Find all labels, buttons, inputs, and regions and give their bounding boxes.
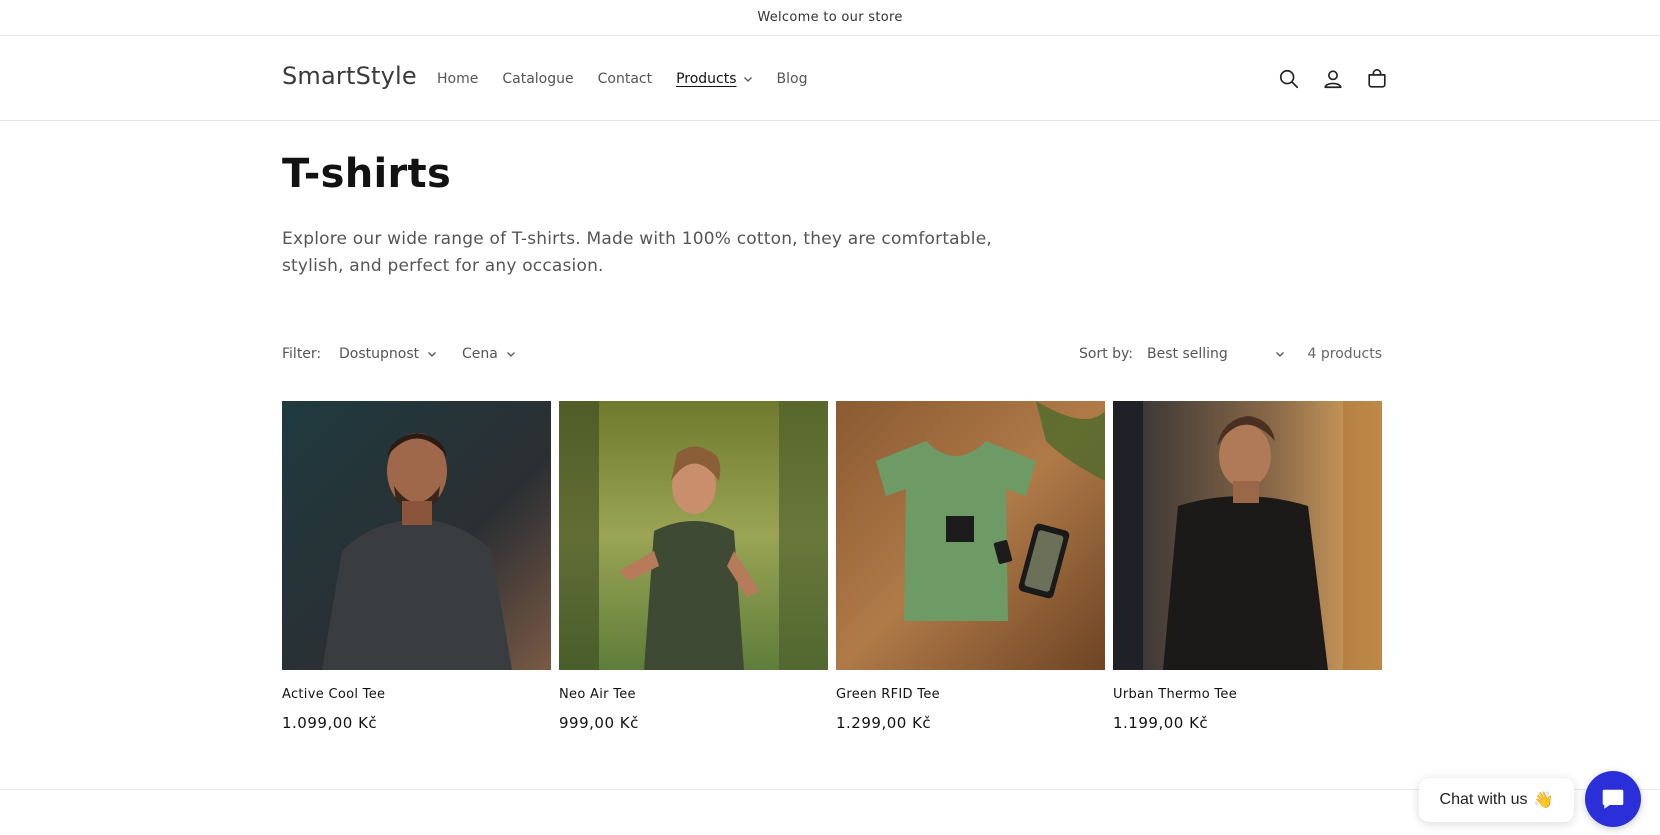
sort-value: Best selling xyxy=(1147,346,1228,362)
filter-label-text: Dostupnost xyxy=(339,346,420,362)
product-count: 4 products xyxy=(1307,346,1383,362)
announcement-bar: Welcome to our store xyxy=(0,0,1660,36)
chat-icon xyxy=(1602,789,1624,809)
nav-item-products[interactable]: Products xyxy=(676,71,752,87)
product-grid: Active Cool Tee 1.099,00 Kč Neo Air Tee … xyxy=(282,401,1382,732)
product-card[interactable]: Active Cool Tee 1.099,00 Kč xyxy=(282,401,551,732)
product-title[interactable]: Urban Thermo Tee xyxy=(1113,687,1382,702)
cart-icon[interactable] xyxy=(1364,66,1390,92)
account-icon[interactable] xyxy=(1320,66,1346,92)
product-card[interactable]: Neo Air Tee 999,00 Kč xyxy=(559,401,828,732)
filter-dostupnost[interactable]: Dostupnost xyxy=(339,346,437,362)
chevron-down-icon xyxy=(506,352,515,357)
product-card[interactable]: Urban Thermo Tee 1.199,00 Kč xyxy=(1113,401,1382,732)
chat-launcher-button[interactable] xyxy=(1585,771,1641,827)
filter-label: Filter: xyxy=(282,346,322,362)
announcement-text: Welcome to our store xyxy=(757,10,903,25)
product-title[interactable]: Neo Air Tee xyxy=(559,687,828,702)
header-icons xyxy=(1276,36,1390,121)
search-icon[interactable] xyxy=(1276,66,1302,92)
sort-select[interactable]: Best selling xyxy=(1147,346,1285,362)
main-nav: Home Catalogue Contact Products Blog xyxy=(437,36,807,121)
nav-item-contact[interactable]: Contact xyxy=(598,71,652,87)
product-price: 999,00 Kč xyxy=(559,714,639,732)
chevron-down-icon xyxy=(1276,352,1284,357)
nav-item-catalogue[interactable]: Catalogue xyxy=(502,71,573,87)
product-image[interactable] xyxy=(1113,401,1382,670)
chevron-down-icon xyxy=(743,76,752,82)
nav-label: Blog xyxy=(776,70,808,87)
collection-description: Explore our wide range of T-shirts. Made… xyxy=(282,229,992,276)
product-price: 1.099,00 Kč xyxy=(282,714,378,732)
product-image[interactable] xyxy=(559,401,828,670)
site-header: SmartStyle Home Catalogue Contact Produc… xyxy=(0,36,1660,121)
chevron-down-icon xyxy=(428,352,437,357)
chat-label: Chat with us xyxy=(1439,791,1528,808)
product-card[interactable]: Green RFID Tee 1.299,00 Kč xyxy=(836,401,1105,732)
filter-toolbar: Filter: Dostupnost Cena Sort by: Best se… xyxy=(282,344,1382,366)
nav-item-home[interactable]: Home xyxy=(437,71,478,87)
filter-label-text: Cena xyxy=(462,346,498,362)
chat-with-us-button[interactable]: Chat with us 👋 xyxy=(1419,778,1574,822)
footer-divider xyxy=(0,789,1660,790)
product-title[interactable]: Green RFID Tee xyxy=(836,687,1105,702)
store-logo[interactable]: SmartStyle xyxy=(282,62,417,90)
filter-cena[interactable]: Cena xyxy=(462,346,516,362)
collection-header: T-shirts Explore our wide range of T-shi… xyxy=(282,150,1382,280)
nav-label: Products xyxy=(676,70,737,87)
product-image[interactable] xyxy=(282,401,551,670)
product-title[interactable]: Active Cool Tee xyxy=(282,687,551,702)
product-price: 1.199,00 Kč xyxy=(1113,714,1209,732)
sort-label: Sort by: xyxy=(1079,346,1134,362)
product-price: 1.299,00 Kč xyxy=(836,714,932,732)
nav-label: Home xyxy=(437,70,479,87)
nav-item-blog[interactable]: Blog xyxy=(777,71,808,87)
wave-icon: 👋 xyxy=(1533,792,1554,809)
product-image[interactable] xyxy=(836,401,1105,670)
nav-label: Contact xyxy=(597,70,653,87)
nav-label: Catalogue xyxy=(502,70,574,87)
page-title: T-shirts xyxy=(282,151,452,197)
